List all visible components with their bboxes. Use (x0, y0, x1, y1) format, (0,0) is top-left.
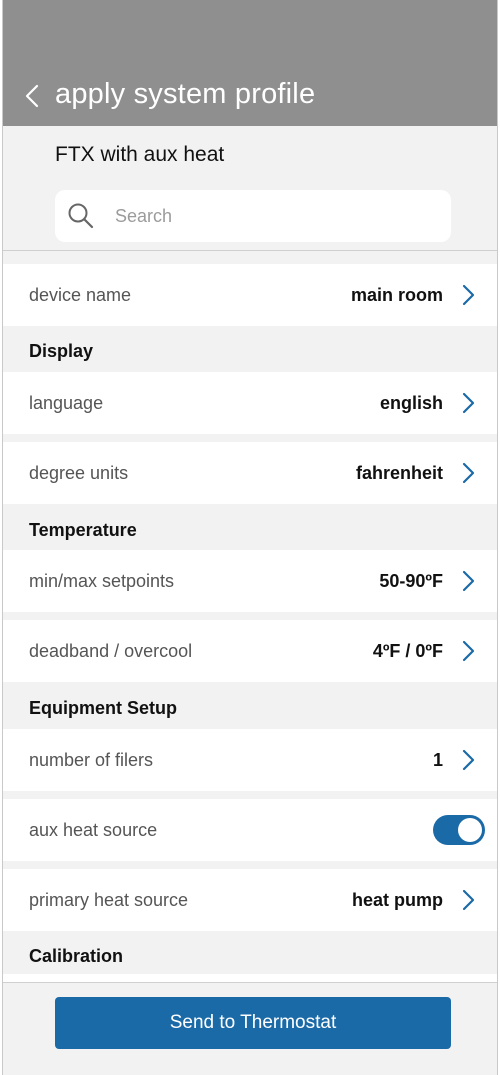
row-label: degree units (29, 462, 129, 483)
row-degree-units[interactable]: degree units fahrenheit (3, 442, 497, 504)
search-icon (67, 202, 95, 230)
profile-name: FTX with aux heat (55, 143, 225, 166)
section-display: Display (29, 341, 94, 361)
row-value: 1 (432, 749, 443, 770)
chevron-right-icon (461, 888, 481, 912)
search-bar[interactable] (55, 190, 451, 242)
chevron-right-icon (461, 461, 481, 485)
row-label: deadband / overcool (29, 640, 193, 661)
row-language[interactable]: language english (3, 372, 497, 434)
section-calibration: Calibration (29, 946, 124, 966)
search-input[interactable] (115, 205, 415, 227)
list-item (3, 974, 497, 982)
header-bar: apply system profile (3, 0, 497, 126)
aux-heat-toggle[interactable] (433, 815, 485, 845)
chevron-right-icon (461, 569, 481, 593)
toggle-knob (458, 818, 482, 842)
row-aux-heat: aux heat source (3, 799, 497, 861)
row-label: aux heat source (29, 819, 158, 840)
row-deadband[interactable]: deadband / overcool 4ºF / 0ºF (3, 620, 497, 682)
row-primary-heat[interactable]: primary heat source heat pump (3, 869, 497, 931)
row-value: fahrenheit (355, 462, 443, 483)
chevron-right-icon (461, 748, 481, 772)
row-label: device name (29, 284, 132, 305)
row-label: number of filers (29, 749, 154, 770)
row-value: main room (350, 284, 443, 305)
row-label: language (29, 392, 104, 413)
send-to-thermostat-button[interactable]: Send to Thermostat (55, 997, 451, 1049)
row-device-name[interactable]: device name main room (3, 264, 497, 326)
page-title: apply system profile (55, 78, 316, 110)
section-equipment: Equipment Setup (29, 698, 177, 718)
row-label: primary heat source (29, 889, 189, 910)
row-value: heat pump (351, 889, 443, 910)
row-value: english (379, 392, 443, 413)
footer-bar: Send to Thermostat (3, 982, 497, 1075)
row-filters[interactable]: number of filers 1 (3, 729, 497, 791)
divider (3, 250, 497, 251)
chevron-left-icon (25, 84, 39, 108)
back-button[interactable] (19, 78, 45, 114)
chevron-right-icon (461, 283, 481, 307)
row-setpoints[interactable]: min/max setpoints 50-90ºF (3, 550, 497, 612)
row-label: min/max setpoints (29, 570, 175, 591)
row-value: 50-90ºF (379, 570, 443, 591)
app-frame: apply system profile FTX with aux heat d… (2, 0, 498, 1075)
row-value: 4ºF / 0ºF (372, 640, 443, 661)
section-temperature: Temperature (29, 520, 137, 540)
chevron-right-icon (461, 391, 481, 415)
chevron-right-icon (461, 639, 481, 663)
